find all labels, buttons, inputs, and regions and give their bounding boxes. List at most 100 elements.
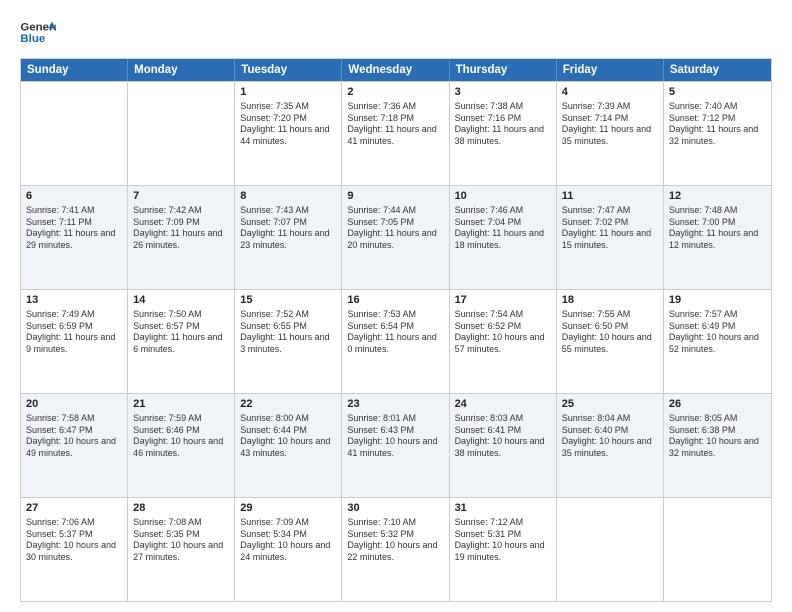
day-number: 15: [240, 293, 336, 308]
cell-info: Sunrise: 7:09 AM Sunset: 5:34 PM Dayligh…: [240, 517, 336, 564]
weekday-header: Saturday: [664, 59, 771, 81]
cell-info: Sunrise: 7:38 AM Sunset: 7:16 PM Dayligh…: [455, 101, 551, 148]
calendar-cell: [664, 498, 771, 601]
logo: General Blue: [20, 18, 56, 48]
header: General Blue: [20, 18, 772, 48]
weekday-header: Tuesday: [235, 59, 342, 81]
day-number: 2: [347, 85, 443, 100]
day-number: 23: [347, 397, 443, 412]
day-number: 26: [669, 397, 766, 412]
day-number: 13: [26, 293, 122, 308]
day-number: 4: [562, 85, 658, 100]
calendar-cell: 10Sunrise: 7:46 AM Sunset: 7:04 PM Dayli…: [450, 186, 557, 289]
calendar-cell: [557, 498, 664, 601]
calendar: SundayMondayTuesdayWednesdayThursdayFrid…: [20, 58, 772, 602]
day-number: 24: [455, 397, 551, 412]
calendar-cell: [128, 82, 235, 185]
day-number: 1: [240, 85, 336, 100]
calendar-cell: 31Sunrise: 7:12 AM Sunset: 5:31 PM Dayli…: [450, 498, 557, 601]
cell-info: Sunrise: 8:01 AM Sunset: 6:43 PM Dayligh…: [347, 413, 443, 460]
cell-info: Sunrise: 7:54 AM Sunset: 6:52 PM Dayligh…: [455, 309, 551, 356]
cell-info: Sunrise: 7:58 AM Sunset: 6:47 PM Dayligh…: [26, 413, 122, 460]
calendar-cell: 23Sunrise: 8:01 AM Sunset: 6:43 PM Dayli…: [342, 394, 449, 497]
day-number: 5: [669, 85, 766, 100]
svg-text:Blue: Blue: [20, 33, 45, 45]
cell-info: Sunrise: 7:47 AM Sunset: 7:02 PM Dayligh…: [562, 205, 658, 252]
calendar-row: 1Sunrise: 7:35 AM Sunset: 7:20 PM Daylig…: [21, 81, 771, 185]
cell-info: Sunrise: 7:43 AM Sunset: 7:07 PM Dayligh…: [240, 205, 336, 252]
cell-info: Sunrise: 7:55 AM Sunset: 6:50 PM Dayligh…: [562, 309, 658, 356]
day-number: 10: [455, 189, 551, 204]
cell-info: Sunrise: 7:57 AM Sunset: 6:49 PM Dayligh…: [669, 309, 766, 356]
cell-info: Sunrise: 8:04 AM Sunset: 6:40 PM Dayligh…: [562, 413, 658, 460]
day-number: 3: [455, 85, 551, 100]
calendar-cell: 3Sunrise: 7:38 AM Sunset: 7:16 PM Daylig…: [450, 82, 557, 185]
cell-info: Sunrise: 7:44 AM Sunset: 7:05 PM Dayligh…: [347, 205, 443, 252]
calendar-cell: 4Sunrise: 7:39 AM Sunset: 7:14 PM Daylig…: [557, 82, 664, 185]
cell-info: Sunrise: 8:03 AM Sunset: 6:41 PM Dayligh…: [455, 413, 551, 460]
day-number: 7: [133, 189, 229, 204]
calendar-row: 13Sunrise: 7:49 AM Sunset: 6:59 PM Dayli…: [21, 289, 771, 393]
page: General Blue SundayMondayTuesdayWednesda…: [0, 0, 792, 612]
day-number: 14: [133, 293, 229, 308]
calendar-row: 6Sunrise: 7:41 AM Sunset: 7:11 PM Daylig…: [21, 185, 771, 289]
calendar-cell: 2Sunrise: 7:36 AM Sunset: 7:18 PM Daylig…: [342, 82, 449, 185]
day-number: 25: [562, 397, 658, 412]
cell-info: Sunrise: 7:53 AM Sunset: 6:54 PM Dayligh…: [347, 309, 443, 356]
day-number: 19: [669, 293, 766, 308]
calendar-cell: 11Sunrise: 7:47 AM Sunset: 7:02 PM Dayli…: [557, 186, 664, 289]
calendar-row: 20Sunrise: 7:58 AM Sunset: 6:47 PM Dayli…: [21, 393, 771, 497]
cell-info: Sunrise: 7:42 AM Sunset: 7:09 PM Dayligh…: [133, 205, 229, 252]
cell-info: Sunrise: 8:00 AM Sunset: 6:44 PM Dayligh…: [240, 413, 336, 460]
calendar-cell: 29Sunrise: 7:09 AM Sunset: 5:34 PM Dayli…: [235, 498, 342, 601]
day-number: 20: [26, 397, 122, 412]
cell-info: Sunrise: 7:50 AM Sunset: 6:57 PM Dayligh…: [133, 309, 229, 356]
cell-info: Sunrise: 8:05 AM Sunset: 6:38 PM Dayligh…: [669, 413, 766, 460]
weekday-header: Friday: [557, 59, 664, 81]
weekday-header: Thursday: [450, 59, 557, 81]
calendar-cell: 27Sunrise: 7:06 AM Sunset: 5:37 PM Dayli…: [21, 498, 128, 601]
day-number: 22: [240, 397, 336, 412]
calendar-body: 1Sunrise: 7:35 AM Sunset: 7:20 PM Daylig…: [21, 81, 771, 601]
day-number: 11: [562, 189, 658, 204]
day-number: 12: [669, 189, 766, 204]
weekday-header: Monday: [128, 59, 235, 81]
calendar-cell: 6Sunrise: 7:41 AM Sunset: 7:11 PM Daylig…: [21, 186, 128, 289]
day-number: 9: [347, 189, 443, 204]
calendar-cell: 22Sunrise: 8:00 AM Sunset: 6:44 PM Dayli…: [235, 394, 342, 497]
cell-info: Sunrise: 7:52 AM Sunset: 6:55 PM Dayligh…: [240, 309, 336, 356]
weekday-header: Wednesday: [342, 59, 449, 81]
cell-info: Sunrise: 7:06 AM Sunset: 5:37 PM Dayligh…: [26, 517, 122, 564]
day-number: 29: [240, 501, 336, 516]
calendar-cell: 16Sunrise: 7:53 AM Sunset: 6:54 PM Dayli…: [342, 290, 449, 393]
calendar-cell: 21Sunrise: 7:59 AM Sunset: 6:46 PM Dayli…: [128, 394, 235, 497]
cell-info: Sunrise: 7:59 AM Sunset: 6:46 PM Dayligh…: [133, 413, 229, 460]
cell-info: Sunrise: 7:40 AM Sunset: 7:12 PM Dayligh…: [669, 101, 766, 148]
cell-info: Sunrise: 7:10 AM Sunset: 5:32 PM Dayligh…: [347, 517, 443, 564]
calendar-cell: 9Sunrise: 7:44 AM Sunset: 7:05 PM Daylig…: [342, 186, 449, 289]
day-number: 6: [26, 189, 122, 204]
calendar-cell: 30Sunrise: 7:10 AM Sunset: 5:32 PM Dayli…: [342, 498, 449, 601]
day-number: 8: [240, 189, 336, 204]
calendar-cell: 7Sunrise: 7:42 AM Sunset: 7:09 PM Daylig…: [128, 186, 235, 289]
cell-info: Sunrise: 7:36 AM Sunset: 7:18 PM Dayligh…: [347, 101, 443, 148]
day-number: 31: [455, 501, 551, 516]
cell-info: Sunrise: 7:48 AM Sunset: 7:00 PM Dayligh…: [669, 205, 766, 252]
cell-info: Sunrise: 7:49 AM Sunset: 6:59 PM Dayligh…: [26, 309, 122, 356]
logo-icon: General Blue: [20, 18, 56, 48]
calendar-cell: 5Sunrise: 7:40 AM Sunset: 7:12 PM Daylig…: [664, 82, 771, 185]
calendar-cell: 28Sunrise: 7:08 AM Sunset: 5:35 PM Dayli…: [128, 498, 235, 601]
calendar-cell: 20Sunrise: 7:58 AM Sunset: 6:47 PM Dayli…: [21, 394, 128, 497]
day-number: 30: [347, 501, 443, 516]
day-number: 28: [133, 501, 229, 516]
weekday-header: Sunday: [21, 59, 128, 81]
calendar-cell: 19Sunrise: 7:57 AM Sunset: 6:49 PM Dayli…: [664, 290, 771, 393]
calendar-cell: 1Sunrise: 7:35 AM Sunset: 7:20 PM Daylig…: [235, 82, 342, 185]
calendar-cell: 12Sunrise: 7:48 AM Sunset: 7:00 PM Dayli…: [664, 186, 771, 289]
calendar-cell: [21, 82, 128, 185]
day-number: 16: [347, 293, 443, 308]
calendar-cell: 13Sunrise: 7:49 AM Sunset: 6:59 PM Dayli…: [21, 290, 128, 393]
calendar-cell: 14Sunrise: 7:50 AM Sunset: 6:57 PM Dayli…: [128, 290, 235, 393]
day-number: 21: [133, 397, 229, 412]
calendar-cell: 24Sunrise: 8:03 AM Sunset: 6:41 PM Dayli…: [450, 394, 557, 497]
